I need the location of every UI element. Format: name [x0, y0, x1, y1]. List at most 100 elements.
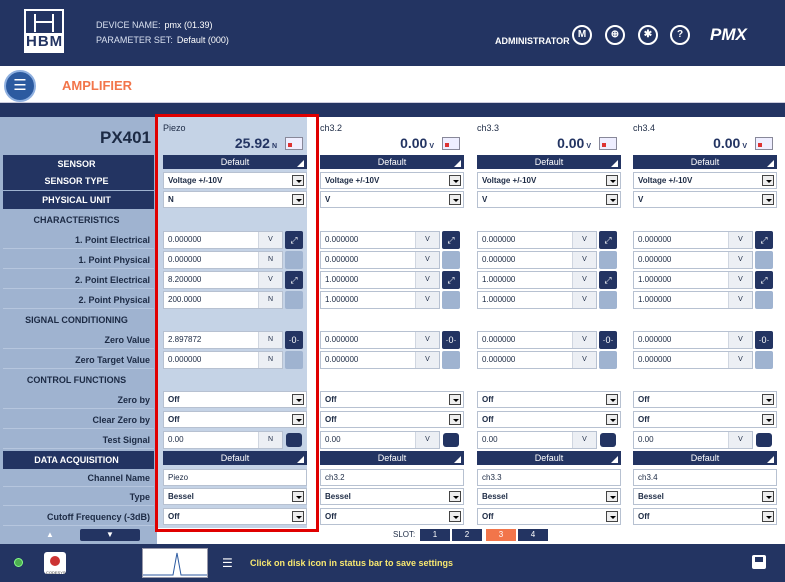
- daq-default-bar[interactable]: Default: [477, 451, 621, 465]
- chevron-down-icon[interactable]: [606, 511, 618, 522]
- test-signal-toggle[interactable]: [756, 433, 772, 447]
- label-zero-by: Zero by: [3, 391, 154, 409]
- test-signal-input[interactable]: 0.00 V: [320, 431, 440, 449]
- type-select[interactable]: Bessel: [477, 488, 621, 505]
- zero-input[interactable]: 0.000000 V: [477, 331, 597, 349]
- menu-list-icon[interactable]: ☰: [4, 70, 36, 102]
- hbm-icon[interactable]: M: [572, 25, 592, 45]
- p1-el-input[interactable]: 0.000000 V: [477, 231, 597, 249]
- chevron-down-icon[interactable]: [449, 511, 461, 522]
- channel-name-input[interactable]: ch3.4: [633, 469, 777, 486]
- save-disk-icon[interactable]: [752, 555, 766, 569]
- sensor-type-select[interactable]: Voltage +/-10V: [477, 172, 621, 189]
- p1-ph-input[interactable]: 0.000000 V: [633, 251, 753, 269]
- chevron-down-icon[interactable]: [449, 394, 461, 405]
- zero-status-icon[interactable]: [755, 137, 773, 150]
- daq-default-bar[interactable]: Default: [633, 451, 777, 465]
- globe-icon[interactable]: ⊕: [605, 25, 625, 45]
- channel-name-input[interactable]: ch3.3: [477, 469, 621, 486]
- scroll-up-button[interactable]: ▲: [20, 529, 80, 541]
- sensor-default-bar[interactable]: Default: [320, 155, 464, 169]
- help-icon[interactable]: ?: [670, 25, 690, 45]
- chevron-down-icon[interactable]: [762, 414, 774, 425]
- unit-label: V: [728, 432, 752, 448]
- zero-by-select[interactable]: Off: [320, 391, 464, 408]
- physical-unit-select[interactable]: V: [477, 191, 621, 208]
- zero-status-icon[interactable]: [599, 137, 617, 150]
- zero-input[interactable]: 0.000000 V: [633, 331, 753, 349]
- scope-preview[interactable]: [142, 548, 208, 578]
- slot-2-button[interactable]: 2: [452, 529, 482, 541]
- p1-el-input[interactable]: 0.000000 V: [320, 231, 440, 249]
- p1-ph-input[interactable]: 0.000000 V: [320, 251, 440, 269]
- zero-action-icon[interactable]: ·0·: [599, 331, 617, 349]
- test-signal-toggle[interactable]: [443, 433, 459, 447]
- chevron-down-icon[interactable]: [606, 175, 618, 186]
- slot-3-button[interactable]: 3: [486, 529, 516, 541]
- sensor-type-select[interactable]: Voltage +/-10V: [320, 172, 464, 189]
- p2-ph-input[interactable]: 1.000000 V: [633, 291, 753, 309]
- zero-target-input[interactable]: 0.000000 V: [320, 351, 440, 369]
- clear-zero-by-select[interactable]: Off: [633, 411, 777, 428]
- scroll-down-button[interactable]: ▼: [80, 529, 140, 541]
- cutoff-select[interactable]: Off: [477, 508, 621, 525]
- measure-point-icon[interactable]: ⤢: [755, 231, 773, 249]
- p2-ph-input[interactable]: 1.000000 V: [477, 291, 597, 309]
- channel-name-input[interactable]: ch3.2: [320, 469, 464, 486]
- measure-point-icon[interactable]: ⤢: [599, 231, 617, 249]
- chevron-down-icon[interactable]: [449, 414, 461, 425]
- p2-el-input[interactable]: 1.000000 V: [633, 271, 753, 289]
- measure-point-icon[interactable]: ⤢: [442, 271, 460, 289]
- zero-action-icon[interactable]: ·0·: [442, 331, 460, 349]
- chevron-down-icon[interactable]: [762, 394, 774, 405]
- chevron-down-icon[interactable]: [606, 414, 618, 425]
- settings-icon[interactable]: ✱: [638, 25, 658, 45]
- p2-ph-input[interactable]: 1.000000 V: [320, 291, 440, 309]
- test-signal-toggle[interactable]: [600, 433, 616, 447]
- p1-ph-input[interactable]: 0.000000 V: [477, 251, 597, 269]
- test-signal-input[interactable]: 0.00 V: [477, 431, 597, 449]
- physical-unit-select[interactable]: V: [633, 191, 777, 208]
- list-icon[interactable]: ☰: [222, 556, 233, 570]
- zero-input[interactable]: 0.000000 V: [320, 331, 440, 349]
- clear-zero-by-select[interactable]: Off: [320, 411, 464, 428]
- slot-1-button[interactable]: 1: [420, 529, 450, 541]
- physical-unit-select[interactable]: V: [320, 191, 464, 208]
- chevron-down-icon[interactable]: [449, 491, 461, 502]
- chevron-down-icon[interactable]: [762, 194, 774, 205]
- sensor-default-bar[interactable]: Default: [633, 155, 777, 169]
- zero-status-icon[interactable]: [442, 137, 460, 150]
- p2-el-input[interactable]: 1.000000 V: [477, 271, 597, 289]
- chevron-down-icon[interactable]: [606, 194, 618, 205]
- measure-point-icon[interactable]: ⤢: [599, 271, 617, 289]
- sensor-default-bar[interactable]: Default: [477, 155, 621, 169]
- chevron-down-icon[interactable]: [606, 491, 618, 502]
- chevron-down-icon[interactable]: [449, 175, 461, 186]
- cutoff-select[interactable]: Off: [320, 508, 464, 525]
- measure-point-icon[interactable]: ⤢: [755, 271, 773, 289]
- unit-label: V: [728, 272, 752, 288]
- slot-4-button[interactable]: 4: [518, 529, 548, 541]
- chevron-down-icon[interactable]: [762, 175, 774, 186]
- clear-zero-by-select[interactable]: Off: [477, 411, 621, 428]
- measure-point-icon[interactable]: ⤢: [442, 231, 460, 249]
- zero-target-input[interactable]: 0.000000 V: [477, 351, 597, 369]
- chevron-down-icon[interactable]: [606, 394, 618, 405]
- zero-target-input[interactable]: 0.000000 V: [633, 351, 753, 369]
- chevron-down-icon[interactable]: [762, 491, 774, 502]
- p1-el-input[interactable]: 0.000000 V: [633, 231, 753, 249]
- test-signal-input[interactable]: 0.00 V: [633, 431, 753, 449]
- section-data-acquisition: DATA ACQUISITION: [3, 451, 154, 469]
- daq-default-bar[interactable]: Default: [320, 451, 464, 465]
- cutoff-select[interactable]: Off: [633, 508, 777, 525]
- zero-action-icon[interactable]: ·0·: [755, 331, 773, 349]
- chevron-down-icon[interactable]: [762, 511, 774, 522]
- zero-by-select[interactable]: Off: [633, 391, 777, 408]
- type-select[interactable]: Bessel: [633, 488, 777, 505]
- channel-title: ch3.3: [477, 123, 500, 133]
- chevron-down-icon[interactable]: [449, 194, 461, 205]
- zero-by-select[interactable]: Off: [477, 391, 621, 408]
- sensor-type-select[interactable]: Voltage +/-10V: [633, 172, 777, 189]
- p2-el-input[interactable]: 1.000000 V: [320, 271, 440, 289]
- type-select[interactable]: Bessel: [320, 488, 464, 505]
